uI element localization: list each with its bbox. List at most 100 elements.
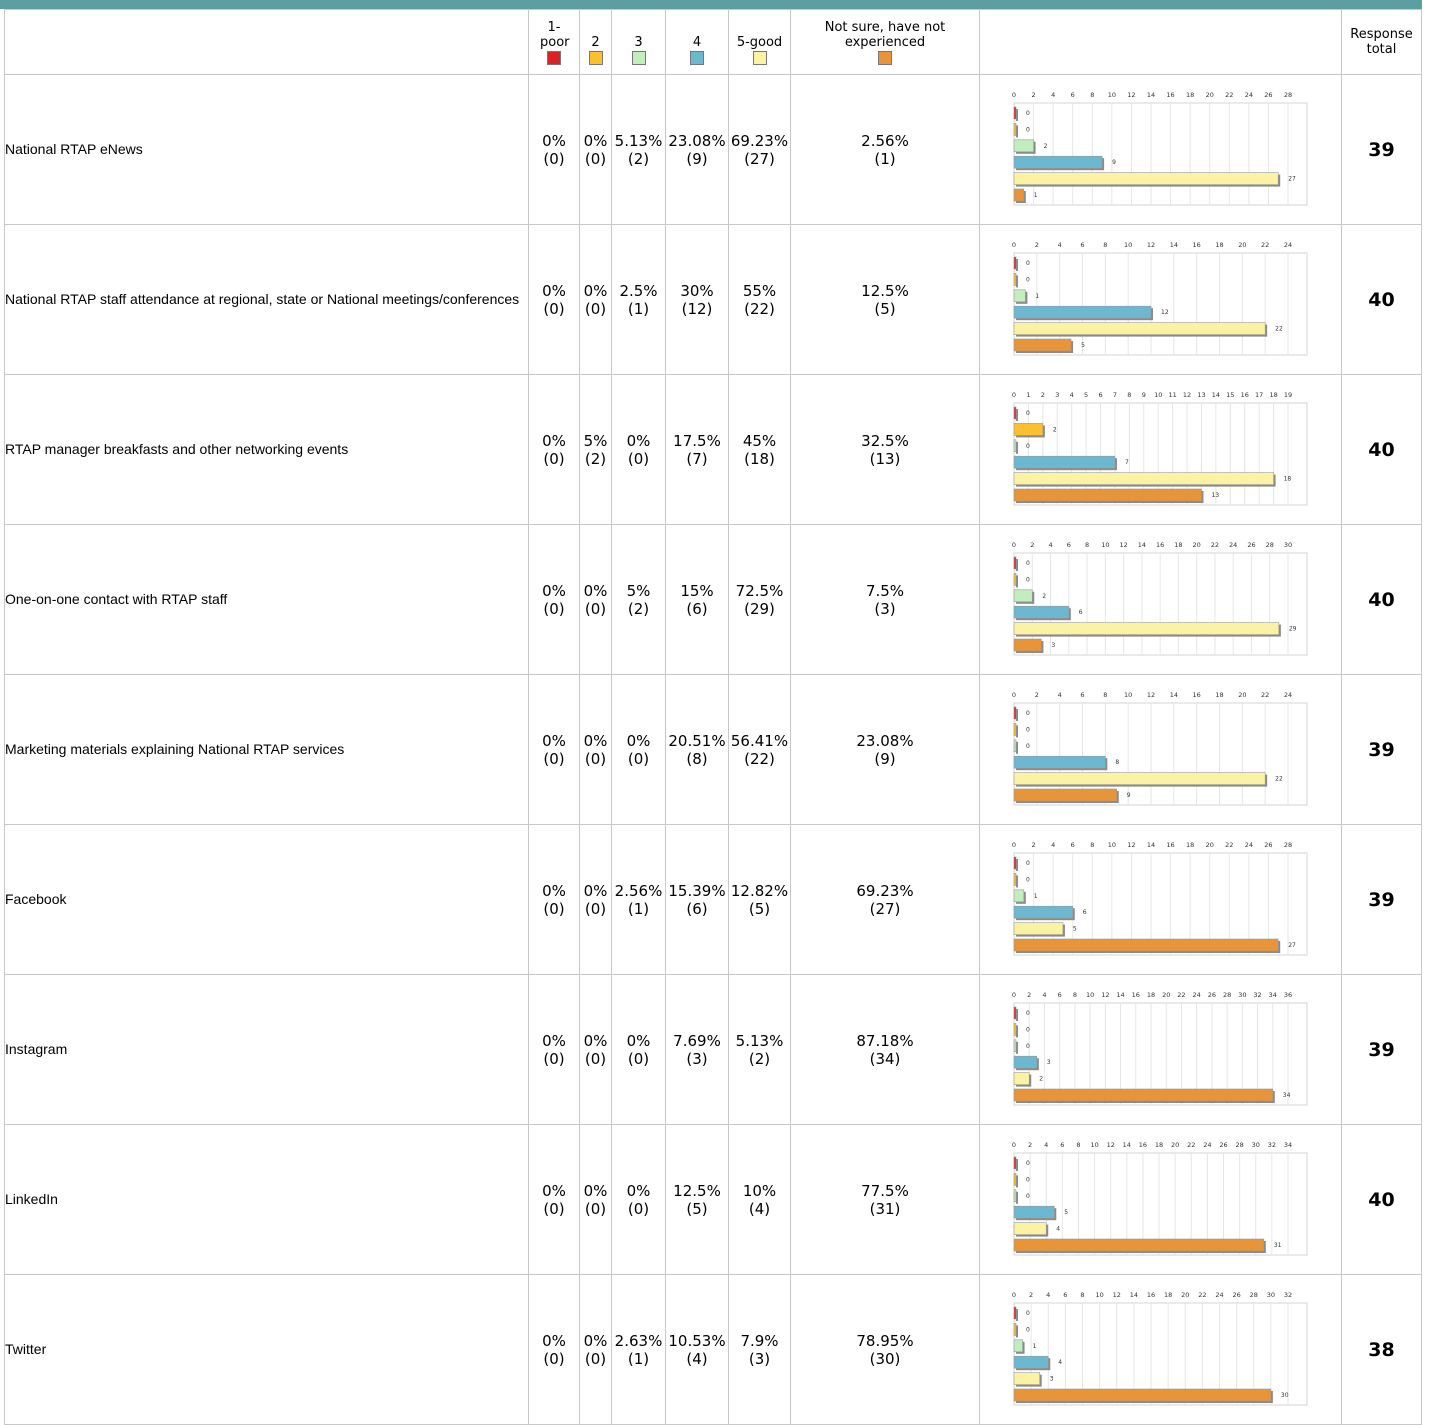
percent-value: 0% <box>542 881 566 900</box>
bar-c4 <box>1013 1055 1037 1068</box>
legend-swatch <box>631 50 646 65</box>
count-value: (2) <box>627 149 650 168</box>
bar-c6 <box>1013 188 1024 201</box>
header-col-6: Not sure, have not experienced <box>790 9 980 75</box>
percent-value: 72.5% <box>735 581 784 600</box>
rating-cell-4: 30% (12) <box>665 224 729 375</box>
bar-value-label: 9 <box>1112 159 1116 166</box>
bar-value-label: 4 <box>1058 1359 1062 1366</box>
response-total: 40 <box>1341 374 1422 525</box>
table-row: Marketing materials explaining National … <box>4 674 1422 825</box>
legend-swatch <box>588 50 603 65</box>
tick-label: 12 <box>1106 1141 1114 1149</box>
tick-label: 18 <box>1186 841 1194 849</box>
rating-cell-1: 0% (0) <box>528 374 580 525</box>
percent-value: 23.08% <box>856 731 914 750</box>
count-value: (9) <box>874 749 896 768</box>
percent-value: 0% <box>542 731 566 750</box>
rating-cell-1: 0% (0) <box>528 1124 580 1275</box>
tick-label: 26 <box>1232 1291 1240 1299</box>
tick-label: 18 <box>1215 691 1223 699</box>
tick-label: 14 <box>1146 841 1154 849</box>
bar-c3 <box>1013 888 1024 902</box>
bar-c2 <box>1013 722 1016 736</box>
bar-c6 <box>1013 1088 1273 1101</box>
bar-c5 <box>1013 321 1265 335</box>
bar-c1 <box>1013 706 1016 719</box>
response-total: 38 <box>1341 1274 1422 1425</box>
bar-value-label: 0 <box>1026 876 1030 883</box>
tick-label: 8 <box>1103 241 1107 249</box>
percent-value: 7.9% <box>740 1331 779 1350</box>
tick-label: 4 <box>1048 541 1052 549</box>
bar-value-label: 0 <box>1026 1160 1030 1167</box>
tick-label: 20 <box>1181 1291 1189 1299</box>
tick-label: 14 <box>1169 241 1177 249</box>
tick-label: 0 <box>1011 91 1015 99</box>
tick-label: 24 <box>1244 841 1252 849</box>
chart-cell: 0 1 2 3 4 5 6 7 8 9 10 11 12 13 14 15 16 17 18 19 0 2 0 7 18 13 <box>979 374 1342 525</box>
percent-value: 69.23% <box>730 131 789 150</box>
tick-label: 16 <box>1240 391 1248 399</box>
tick-label: 24 <box>1283 691 1291 699</box>
tick-label: 15 <box>1226 391 1234 399</box>
bar-value-label: 27 <box>1288 942 1296 949</box>
count-value: (0) <box>584 1199 607 1218</box>
response-total: 40 <box>1341 224 1422 375</box>
response-total: 39 <box>1341 974 1422 1125</box>
tick-label: 20 <box>1205 91 1213 99</box>
tick-label: 10 <box>1090 1141 1098 1149</box>
row-label: Marketing materials explaining National … <box>4 674 529 825</box>
tick-label: 22 <box>1261 241 1269 249</box>
percent-value: 45% <box>742 431 777 450</box>
tick-label: 2 <box>1031 841 1035 849</box>
tick-label: 28 <box>1283 841 1291 849</box>
count-value: (0) <box>584 149 607 168</box>
bar-value-label: 5 <box>1081 342 1085 349</box>
tick-label: 20 <box>1205 841 1213 849</box>
tick-label: 4 <box>1046 1291 1050 1299</box>
tick-label: 18 <box>1186 91 1194 99</box>
rating-cell-6: 23.08% (9) <box>790 674 980 825</box>
rating-cell-6: 87.18% (34) <box>790 974 980 1125</box>
tick-label: 10 <box>1154 391 1162 399</box>
percent-value: 0% <box>583 1031 608 1050</box>
count-value: (0) <box>584 749 607 768</box>
percent-value: 2.63% <box>614 1331 663 1350</box>
rating-cell-2: 0% (0) <box>579 1274 612 1425</box>
bar-c3 <box>1013 1338 1023 1352</box>
table-row: National RTAP staff attendance at region… <box>4 224 1422 375</box>
tick-label: 2 <box>1034 241 1038 249</box>
bar-c6 <box>1013 488 1202 501</box>
rating-cell-3: 0% (0) <box>611 674 666 825</box>
bar-value-label: 6 <box>1082 909 1086 916</box>
count-value: (1) <box>627 899 650 918</box>
tick-label: 32 <box>1283 1291 1291 1299</box>
legend-swatch <box>878 50 892 65</box>
rating-cell-6: 12.5% (5) <box>790 224 980 375</box>
bar-value-label: 0 <box>1026 1326 1030 1333</box>
percent-value: 12.5% <box>861 281 909 300</box>
count-value: (1) <box>627 299 650 318</box>
chart-cell: 0 2 4 6 8 10 12 14 16 18 20 22 24 26 28 30 32 0 0 1 4 3 30 <box>979 1274 1342 1425</box>
tick-label: 2 <box>1029 1291 1033 1299</box>
percent-value: 0% <box>583 131 608 150</box>
response-total: 39 <box>1341 824 1422 975</box>
header-row: 1-poor 2 3 4 5-good Not sure, have not e… <box>4 9 1422 75</box>
percent-value: 56.41% <box>730 731 789 750</box>
bar-value-label: 1 <box>1032 1342 1036 1349</box>
rating-cell-5: 45% (18) <box>728 374 791 525</box>
bar-c1 <box>1013 856 1016 869</box>
tick-label: 12 <box>1182 391 1190 399</box>
bar-value-label: 3 <box>1049 1375 1053 1382</box>
tick-label: 0 <box>1011 1291 1015 1299</box>
chart-cell: 0 2 4 6 8 10 12 14 16 18 20 22 24 26 28 30 0 0 2 6 29 3 <box>979 524 1342 675</box>
bar-c5 <box>1013 171 1279 185</box>
bar-value-label: 0 <box>1026 1026 1030 1033</box>
count-value: (3) <box>748 1349 771 1368</box>
bar-c1 <box>1013 1306 1016 1319</box>
bar-value-label: 9 <box>1126 792 1130 799</box>
tick-label: 17 <box>1255 391 1263 399</box>
rating-cell-6: 2.56% (1) <box>790 74 980 225</box>
bar-c3 <box>1013 738 1016 752</box>
